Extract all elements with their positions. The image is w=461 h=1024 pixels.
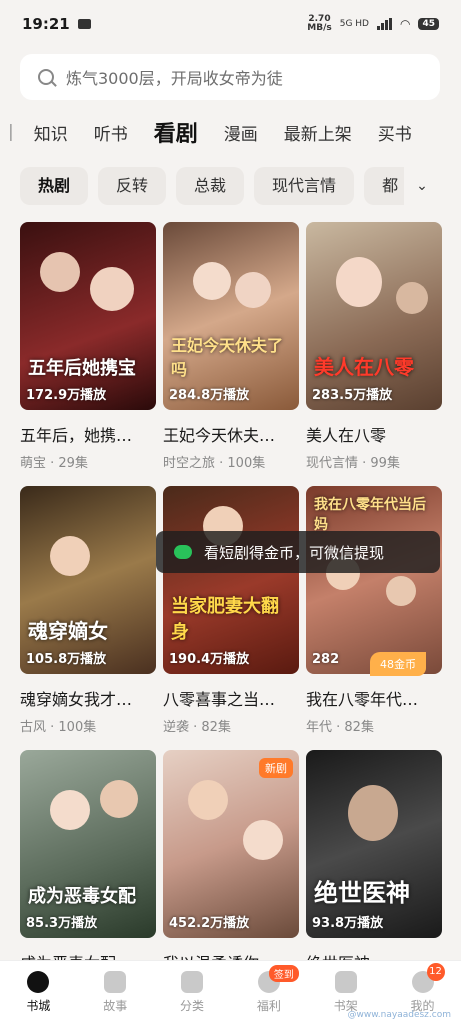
drama-meta: 现代言情 · 99集 <box>306 456 400 471</box>
search-bar[interactable]: 炼气3000层，开局收女帝为徒 <box>20 54 440 100</box>
nav-profile[interactable]: 12 我的 <box>393 963 453 1014</box>
message-icon <box>77 19 91 29</box>
drama-poster: 五年后她携宝 172.9万播放 <box>20 222 156 410</box>
chevron-down-icon[interactable]: ⌄ <box>404 166 440 206</box>
drama-card[interactable]: 我在八零年代当后妈 282 我在八零年代… 年代 · 82集 <box>306 486 442 735</box>
tab-comics[interactable]: 漫画 <box>224 120 258 145</box>
drama-poster: 成为恶毒女配 85.3万播放 <box>20 750 156 938</box>
status-bar: 19:21 2.70 MB/s 5G HD ◠ 45 <box>0 0 461 48</box>
nav-bookstore[interactable]: 书城 <box>8 971 68 1014</box>
play-count: 85.3万播放 <box>26 916 98 931</box>
tab-audiobook[interactable]: 听书 <box>94 120 128 145</box>
play-count: 282 <box>312 652 340 667</box>
drama-title: 五年后，她携… <box>20 426 133 445</box>
drama-meta: 年代 · 82集 <box>306 720 374 735</box>
signal-label: 5G HD <box>339 19 369 29</box>
nav-category[interactable]: 分类 <box>162 971 222 1014</box>
drama-title: 魂穿嫡女我才… <box>20 690 133 709</box>
drama-poster: 魂穿嫡女 105.8万播放 <box>20 486 156 674</box>
poster-title-art: 美人在八零 <box>314 355 414 379</box>
drama-title: 美人在八零 <box>306 426 387 445</box>
drama-card[interactable]: 魂穿嫡女 105.8万播放 魂穿嫡女我才… 古风 · 100集 <box>20 486 156 735</box>
nav-bookshelf[interactable]: 书架 <box>316 971 376 1014</box>
new-badge: 新剧 <box>259 758 293 778</box>
category-icon <box>181 971 204 993</box>
nav-welfare[interactable]: 签到 福利 <box>239 965 299 1014</box>
nav-label: 福利 <box>256 999 281 1013</box>
play-count: 283.5万播放 <box>312 388 393 403</box>
search-icon <box>38 69 54 85</box>
filter-chips: 热剧 反转 总裁 现代言情 都 ⌄ <box>20 166 440 206</box>
watermark: @www.nayaadesz.com <box>347 1010 451 1020</box>
drama-poster: 绝世医神 93.8万播放 <box>306 750 442 938</box>
nav-label: 书城 <box>26 999 51 1013</box>
bookshelf-icon <box>334 971 357 993</box>
play-count: 93.8万播放 <box>312 916 384 931</box>
category-tabs: | 知识 听书 看剧 漫画 最新上架 买书 <box>0 112 461 152</box>
poster-title-art: 我在八零年代当后妈 <box>314 497 426 533</box>
poster-title-art: 魂穿嫡女 <box>28 619 108 643</box>
chip-hot[interactable]: 热剧 <box>20 167 89 205</box>
drama-poster: 美人在八零 283.5万播放 <box>306 222 442 410</box>
chip-modern-romance[interactable]: 现代言情 <box>254 167 355 205</box>
tab-drama[interactable]: 看剧 <box>154 116 198 148</box>
tab-buy-books[interactable]: 买书 <box>378 120 412 145</box>
chip-twist[interactable]: 反转 <box>98 167 167 205</box>
play-count: 190.4万播放 <box>169 652 250 667</box>
signal-icon <box>376 18 392 30</box>
play-count: 452.2万播放 <box>169 916 250 931</box>
compass-icon <box>27 971 50 993</box>
tab-knowledge[interactable]: 知识 <box>34 120 68 145</box>
play-count: 172.9万播放 <box>26 388 107 403</box>
nav-label: 分类 <box>180 999 205 1013</box>
network-speed: 2.70 MB/s <box>307 14 332 33</box>
nav-stories[interactable]: 故事 <box>85 971 145 1014</box>
drama-poster: 我在八零年代当后妈 282 <box>306 486 442 674</box>
reward-toast[interactable]: 看短剧得金币，可微信提现 <box>156 531 440 573</box>
drama-card[interactable]: 新剧 452.2万播放 我以温柔诱你 <box>163 750 299 974</box>
drama-card[interactable]: 五年后她携宝 172.9万播放 五年后，她携… 萌宝 · 29集 <box>20 222 156 471</box>
drama-card[interactable]: 当家肥妻大翻身 190.4万播放 八零喜事之当… 逆袭 · 82集 <box>163 486 299 735</box>
poster-title-art: 成为恶毒女配 <box>28 886 136 907</box>
drama-meta: 萌宝 · 29集 <box>20 456 88 471</box>
toast-text: 看短剧得金币，可微信提现 <box>204 543 385 562</box>
notification-count: 12 <box>426 963 445 981</box>
drama-title: 八零喜事之当… <box>163 690 276 709</box>
poster-title-art: 当家肥妻大翻身 <box>171 596 279 643</box>
search-placeholder: 炼气3000层，开局收女帝为徒 <box>66 69 283 88</box>
checkin-tag: 签到 <box>268 965 299 982</box>
play-count: 284.8万播放 <box>169 388 250 403</box>
drama-card[interactable]: 绝世医神 93.8万播放 绝世医神 <box>306 750 442 974</box>
drama-meta: 时空之旅 · 100集 <box>163 456 266 471</box>
drama-meta: 逆袭 · 82集 <box>163 720 231 735</box>
drama-card[interactable]: 成为恶毒女配 85.3万播放 成为恶毒女配 <box>20 750 156 974</box>
wifi-icon: ◠ <box>399 17 411 31</box>
drama-card[interactable]: 王妃今天休夫了吗 284.8万播放 王妃今天休夫… 时空之旅 · 100集 <box>163 222 299 471</box>
drama-meta: 古风 · 100集 <box>20 720 97 735</box>
drama-poster: 当家肥妻大翻身 190.4万播放 <box>163 486 299 674</box>
wechat-icon <box>174 545 192 559</box>
drama-title: 王妃今天休夫… <box>163 426 276 445</box>
status-time: 19:21 <box>22 15 70 33</box>
drama-poster: 新剧 452.2万播放 <box>163 750 299 938</box>
poster-title-art: 王妃今天休夫了吗 <box>171 336 284 379</box>
story-icon <box>104 971 127 993</box>
drama-title: 我在八零年代… <box>306 690 419 709</box>
drama-poster: 王妃今天休夫了吗 284.8万播放 <box>163 222 299 410</box>
tab-overflow: | <box>8 122 14 142</box>
bottom-nav: 书城 故事 分类 签到 福利 书架 12 我的 @www.nayaadesz.c… <box>0 960 461 1024</box>
poster-title-art: 绝世医神 <box>314 878 410 907</box>
tab-new-releases[interactable]: 最新上架 <box>284 120 352 145</box>
drama-card[interactable]: 美人在八零 283.5万播放 美人在八零 现代言情 · 99集 <box>306 222 442 471</box>
play-count: 105.8万播放 <box>26 652 107 667</box>
nav-label: 故事 <box>103 999 128 1013</box>
battery-indicator: 45 <box>418 18 439 30</box>
coin-badge[interactable]: 48金币 <box>370 652 426 676</box>
poster-title-art: 五年后她携宝 <box>28 358 136 379</box>
chip-ceo[interactable]: 总裁 <box>176 167 245 205</box>
